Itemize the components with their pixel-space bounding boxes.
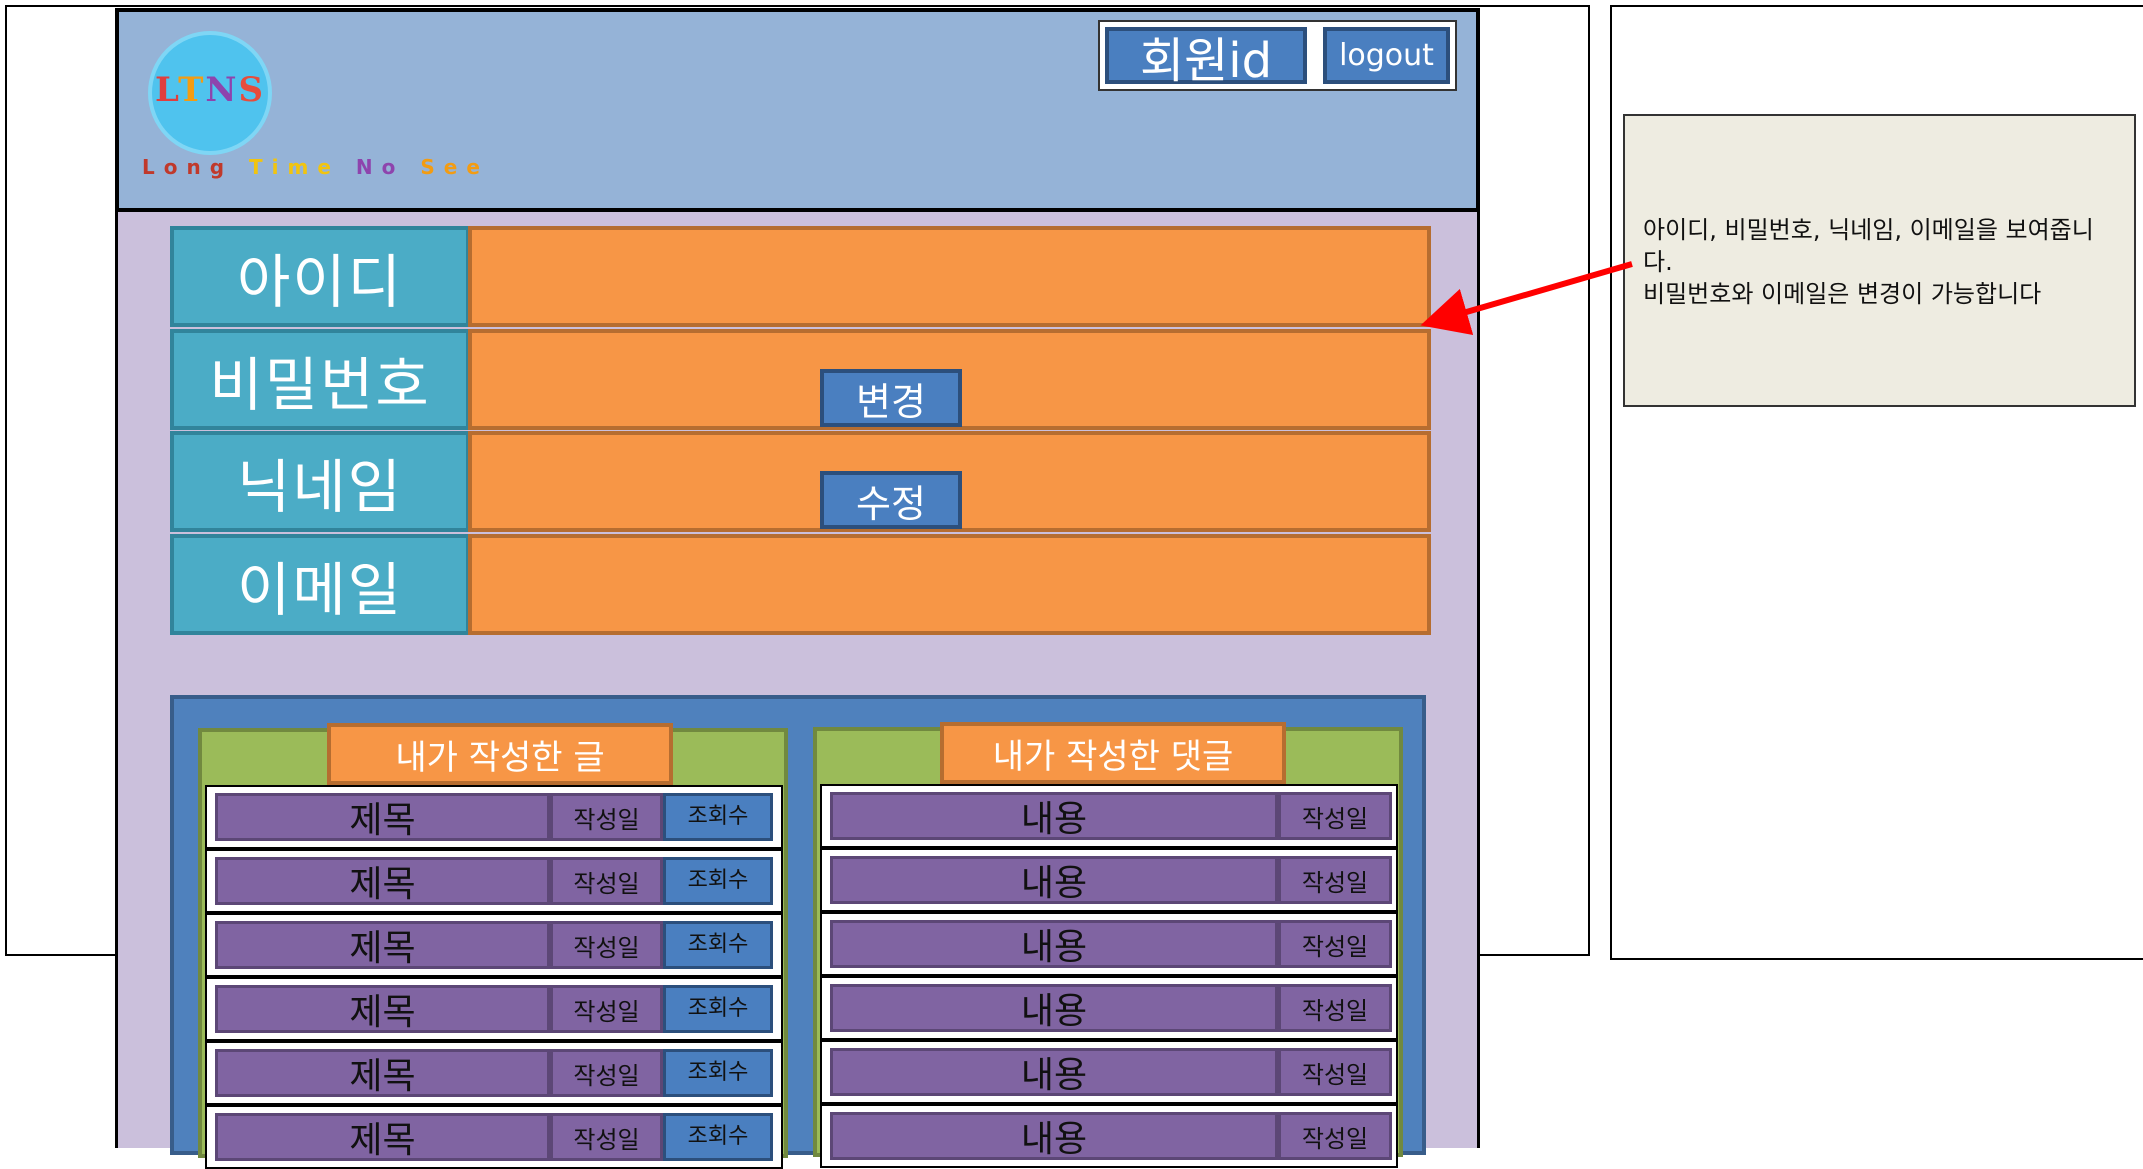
annotation-line-2: 비밀번호와 이메일은 변경이 가능합니다 [1643, 280, 2042, 308]
comment-row[interactable]: 내용 작성일 [820, 976, 1398, 1040]
tagline: Long Time No See [142, 155, 489, 179]
comment-date: 작성일 [1278, 984, 1392, 1032]
post-row[interactable]: 제목 작성일 조회수 [205, 1041, 783, 1105]
comment-row[interactable]: 내용 작성일 [820, 848, 1398, 912]
post-date: 작성일 [550, 793, 663, 841]
logo-text: LTNS [154, 70, 266, 110]
post-row[interactable]: 제목 작성일 조회수 [205, 977, 783, 1041]
post-views: 조회수 [663, 857, 773, 905]
post-row[interactable]: 제목 작성일 조회수 [205, 849, 783, 913]
comment-content[interactable]: 내용 [830, 1048, 1278, 1096]
comment-date: 작성일 [1278, 920, 1392, 968]
post-date: 작성일 [550, 1113, 663, 1161]
post-views: 조회수 [663, 793, 773, 841]
post-date: 작성일 [550, 921, 663, 969]
post-views: 조회수 [663, 1113, 773, 1161]
post-title[interactable]: 제목 [215, 1113, 550, 1161]
profile-value [468, 226, 1431, 327]
post-title[interactable]: 제목 [215, 985, 550, 1033]
comment-content[interactable]: 내용 [830, 856, 1278, 904]
comment-row[interactable]: 내용 작성일 [820, 1104, 1398, 1168]
post-views: 조회수 [663, 921, 773, 969]
profile-label: 비밀번호 [170, 329, 470, 430]
comment-date: 작성일 [1278, 1112, 1392, 1160]
comment-content[interactable]: 내용 [830, 792, 1278, 840]
tagline-word-long: Long [142, 155, 234, 179]
change-password-button[interactable]: 변경 [820, 369, 962, 427]
profile-label: 닉네임 [170, 431, 470, 532]
tagline-word-time: Time [249, 155, 340, 179]
tagline-word-see: See [420, 155, 489, 179]
annotation-arrow [1420, 261, 1633, 336]
post-views: 조회수 [663, 1049, 773, 1097]
annotation-line-1: 아이디, 비밀번호, 닉네임, 이메일을 보여줍니다. [1643, 216, 2094, 276]
comment-row[interactable]: 내용 작성일 [820, 784, 1398, 848]
member-id-button[interactable]: 회원id [1105, 27, 1307, 89]
profile-label: 아이디 [170, 226, 470, 327]
comment-date: 작성일 [1278, 856, 1392, 904]
profile-value [468, 534, 1431, 635]
tab-my-posts[interactable]: 내가 작성한 글 [327, 723, 673, 785]
comment-date: 작성일 [1278, 1048, 1392, 1096]
post-row[interactable]: 제목 작성일 조회수 [205, 1105, 783, 1169]
profile-label: 이메일 [170, 534, 470, 635]
post-title[interactable]: 제목 [215, 793, 550, 841]
post-title[interactable]: 제목 [215, 1049, 550, 1097]
post-date: 작성일 [550, 1049, 663, 1097]
post-title[interactable]: 제목 [215, 921, 550, 969]
comment-date: 작성일 [1278, 792, 1392, 840]
comment-row[interactable]: 내용 작성일 [820, 1040, 1398, 1104]
comment-content[interactable]: 내용 [830, 920, 1278, 968]
logout-button[interactable]: logout [1323, 27, 1450, 84]
post-row[interactable]: 제목 작성일 조회수 [205, 913, 783, 977]
post-views: 조회수 [663, 985, 773, 1033]
tagline-word-no: No [355, 155, 405, 179]
comment-row[interactable]: 내용 작성일 [820, 912, 1398, 976]
annotation-note: 아이디, 비밀번호, 닉네임, 이메일을 보여줍니다. 비밀번호와 이메일은 변… [1623, 114, 2136, 407]
comment-content[interactable]: 내용 [830, 1112, 1278, 1160]
post-date: 작성일 [550, 985, 663, 1033]
post-row[interactable]: 제목 작성일 조회수 [205, 785, 783, 849]
comment-content[interactable]: 내용 [830, 984, 1278, 1032]
tab-my-comments[interactable]: 내가 작성한 댓글 [940, 722, 1286, 784]
post-title[interactable]: 제목 [215, 857, 550, 905]
post-date: 작성일 [550, 857, 663, 905]
edit-nickname-button[interactable]: 수정 [820, 471, 962, 529]
